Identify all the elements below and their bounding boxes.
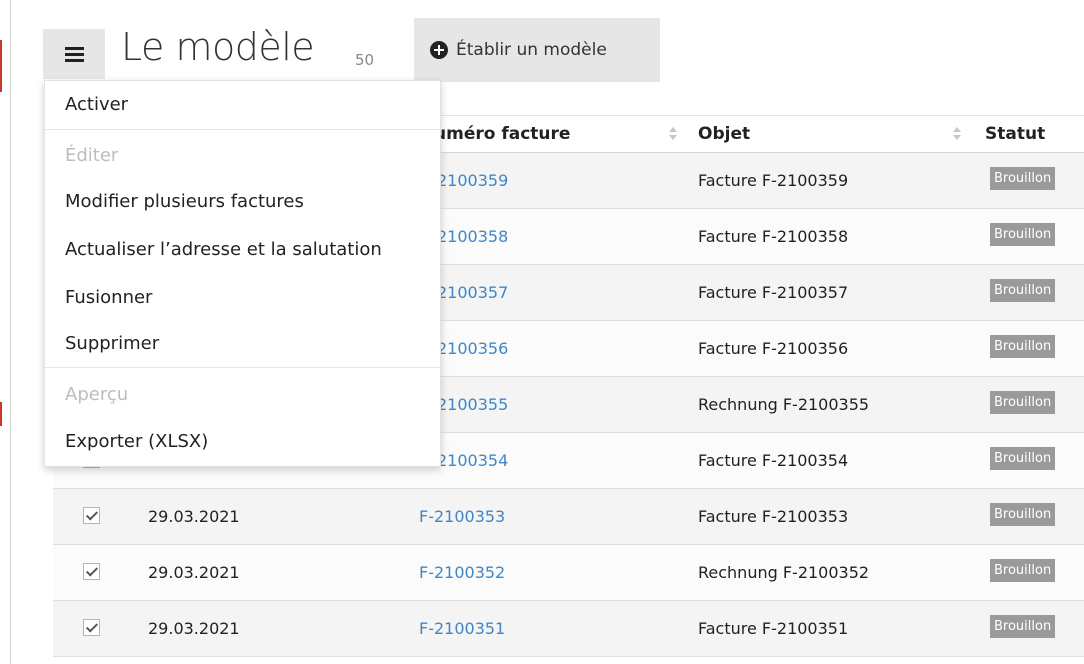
row-subject: Facture F-2100353 xyxy=(698,507,849,526)
create-template-label: Établir un modèle xyxy=(456,40,607,60)
window-edge-line xyxy=(10,0,11,664)
row-checkbox[interactable] xyxy=(83,619,100,636)
menu-item-update-address[interactable]: Actualiser l’adresse et la salutation xyxy=(45,230,440,270)
table-row[interactable]: 29.03.2021 F-2100351 Facture F-2100351 B… xyxy=(53,601,1084,657)
invoice-number-link[interactable]: 2100357 xyxy=(437,283,508,302)
invoice-number-link[interactable]: 2100354 xyxy=(437,451,508,470)
invoice-number-link[interactable]: 2100355 xyxy=(437,395,508,414)
menu-item-modify-multiple[interactable]: Modifier plusieurs factures xyxy=(45,182,440,222)
row-date: 29.03.2021 xyxy=(148,619,240,638)
status-badge: Brouillon xyxy=(990,223,1056,246)
column-header-status[interactable]: Statut xyxy=(985,124,1045,144)
menu-item-delete[interactable]: Supprimer xyxy=(45,324,440,364)
invoice-number-link[interactable]: F-2100353 xyxy=(419,507,505,526)
invoice-number-link[interactable]: 2100356 xyxy=(437,339,508,358)
menu-divider xyxy=(45,367,440,368)
sort-icon[interactable] xyxy=(669,127,677,141)
record-count: 50 xyxy=(355,51,375,69)
status-badge: Brouillon xyxy=(990,335,1056,358)
menu-item-merge[interactable]: Fusionner xyxy=(45,278,440,318)
page-title: Le modèle xyxy=(121,25,315,69)
row-subject: Rechnung F-2100352 xyxy=(698,563,870,582)
status-badge: Brouillon xyxy=(990,559,1056,582)
row-subject: Facture F-2100358 xyxy=(698,227,849,246)
menu-item-edit: Éditer xyxy=(65,145,119,166)
status-badge: Brouillon xyxy=(990,447,1056,470)
row-date: 29.03.2021 xyxy=(148,563,240,582)
invoice-number-link[interactable]: F-2100351 xyxy=(419,619,505,638)
actions-menu-button[interactable] xyxy=(43,29,105,79)
row-date: 29.03.2021 xyxy=(148,507,240,526)
plus-circle-icon xyxy=(430,41,448,59)
row-subject: Rechnung F-2100355 xyxy=(698,395,870,414)
row-subject: Facture F-2100354 xyxy=(698,451,849,470)
row-subject: Facture F-2100351 xyxy=(698,619,849,638)
status-badge: Brouillon xyxy=(990,279,1056,302)
row-checkbox[interactable] xyxy=(83,563,100,580)
status-badge: Brouillon xyxy=(990,167,1056,190)
invoice-number-link[interactable]: 2100358 xyxy=(437,227,508,246)
invoice-number-link[interactable]: 2100359 xyxy=(437,171,508,190)
actions-dropdown-menu: Activer Éditer Modifier plusieurs factur… xyxy=(44,80,441,467)
status-badge: Brouillon xyxy=(990,615,1056,638)
row-checkbox[interactable] xyxy=(83,507,100,524)
create-template-button[interactable]: Établir un modèle xyxy=(414,18,660,82)
status-badge: Brouillon xyxy=(990,503,1056,526)
column-header-number[interactable]: uméro facture xyxy=(434,124,570,144)
menu-item-export-xlsx[interactable]: Exporter (XLSX) xyxy=(45,422,440,462)
table-row[interactable]: 29.03.2021 F-2100353 Facture F-2100353 B… xyxy=(53,489,1084,545)
menu-item-activate[interactable]: Activer xyxy=(45,85,440,125)
table-row[interactable]: 29.03.2021 F-2100352 Rechnung F-2100352 … xyxy=(53,545,1084,601)
row-subject: Facture F-2100356 xyxy=(698,339,849,358)
invoice-number-link[interactable]: F-2100352 xyxy=(419,563,505,582)
row-subject: Facture F-2100359 xyxy=(698,171,849,190)
menu-divider xyxy=(45,129,440,130)
hamburger-icon xyxy=(64,46,84,62)
row-subject: Facture F-2100357 xyxy=(698,283,849,302)
column-header-subject[interactable]: Objet xyxy=(698,124,750,144)
window-edge-mark xyxy=(0,402,2,426)
menu-item-preview: Aperçu xyxy=(65,384,129,405)
window-edge-mark xyxy=(0,40,2,92)
sort-icon[interactable] xyxy=(953,127,961,141)
status-badge: Brouillon xyxy=(990,391,1056,414)
